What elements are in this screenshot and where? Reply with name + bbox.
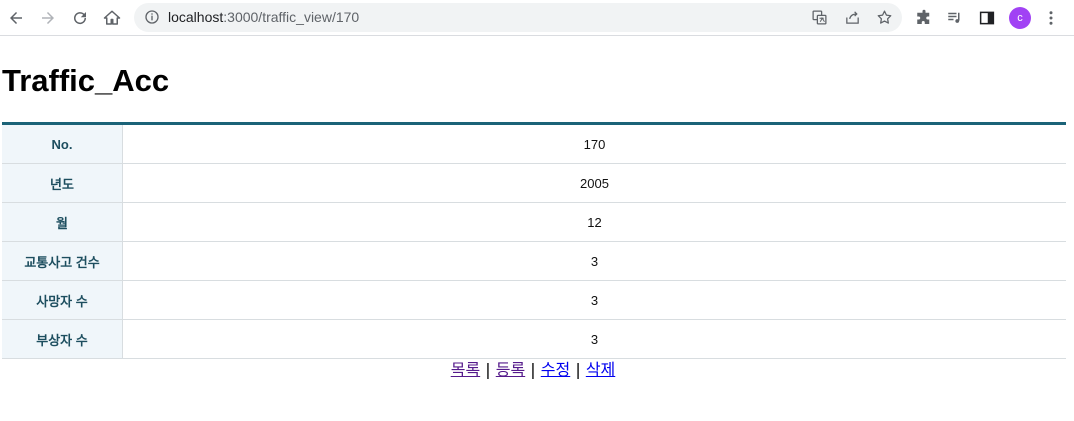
puzzle-icon <box>917 9 930 24</box>
action-links: 목록 | 등록 | 수정 | 삭제 <box>0 360 1066 380</box>
row-value-no: 170 <box>122 123 1066 164</box>
bookmark-button[interactable] <box>875 8 893 26</box>
row-value-month: 12 <box>122 202 1066 242</box>
link-separator: | <box>575 360 581 379</box>
table-row: 사망자 수 3 <box>2 280 1066 320</box>
table-row: 교통사고 건수 3 <box>2 241 1066 281</box>
side-panel-button[interactable] <box>977 8 997 28</box>
home-button[interactable] <box>100 6 124 30</box>
table-row: 년도 2005 <box>2 163 1066 203</box>
row-label-injuries: 부상자 수 <box>2 319 123 359</box>
url-text[interactable]: localhost:3000/traffic_view/170 <box>168 9 359 26</box>
table-row: 부상자 수 3 <box>2 319 1066 359</box>
edit-link[interactable]: 수정 <box>541 360 570 379</box>
reload-icon <box>74 12 87 25</box>
page-title: Traffic_Acc <box>2 63 170 98</box>
url-path: :3000/traffic_view/170 <box>223 9 360 25</box>
register-link[interactable]: 등록 <box>496 360 525 379</box>
browser-toolbar: localhost:3000/traffic_view/170 c <box>0 0 1074 36</box>
address-bar[interactable]: localhost:3000/traffic_view/170 <box>134 3 902 32</box>
row-label-year: 년도 <box>2 163 123 203</box>
reload-button[interactable] <box>68 6 92 30</box>
detail-table: No. 170 년도 2005 월 12 교통사고 건수 3 사망자 수 3 부… <box>2 122 1066 359</box>
translate-icon <box>811 9 827 25</box>
row-label-accidents: 교통사고 건수 <box>2 241 123 281</box>
home-icon <box>103 10 121 25</box>
extensions-button[interactable] <box>914 8 934 28</box>
translate-button[interactable] <box>810 8 828 26</box>
forward-button[interactable] <box>36 6 60 30</box>
row-value-injuries: 3 <box>122 319 1066 359</box>
star-icon <box>877 9 891 24</box>
more-vertical-icon <box>1049 11 1053 25</box>
media-control-button[interactable] <box>945 8 965 28</box>
delete-link[interactable]: 삭제 <box>586 360 615 379</box>
row-value-year: 2005 <box>122 163 1066 203</box>
link-separator: | <box>530 360 536 379</box>
url-host: localhost <box>168 9 224 25</box>
info-icon[interactable] <box>144 9 160 25</box>
arrow-right-icon <box>42 12 54 24</box>
row-label-deaths: 사망자 수 <box>2 280 123 320</box>
row-label-no: No. <box>2 123 123 164</box>
table-row: 월 12 <box>2 202 1066 242</box>
side-panel-icon <box>979 11 995 25</box>
back-button[interactable] <box>4 6 28 30</box>
table-row: No. 170 <box>2 123 1066 164</box>
arrow-left-icon <box>10 12 22 24</box>
menu-button[interactable] <box>1041 8 1061 28</box>
list-link[interactable]: 목록 <box>451 360 480 379</box>
playlist-icon <box>948 12 960 23</box>
share-button[interactable] <box>843 8 861 26</box>
row-label-month: 월 <box>2 202 123 242</box>
share-icon <box>845 10 859 24</box>
link-separator: | <box>485 360 491 379</box>
profile-avatar[interactable]: c <box>1009 7 1031 29</box>
row-value-deaths: 3 <box>122 280 1066 320</box>
row-value-accidents: 3 <box>122 241 1066 281</box>
